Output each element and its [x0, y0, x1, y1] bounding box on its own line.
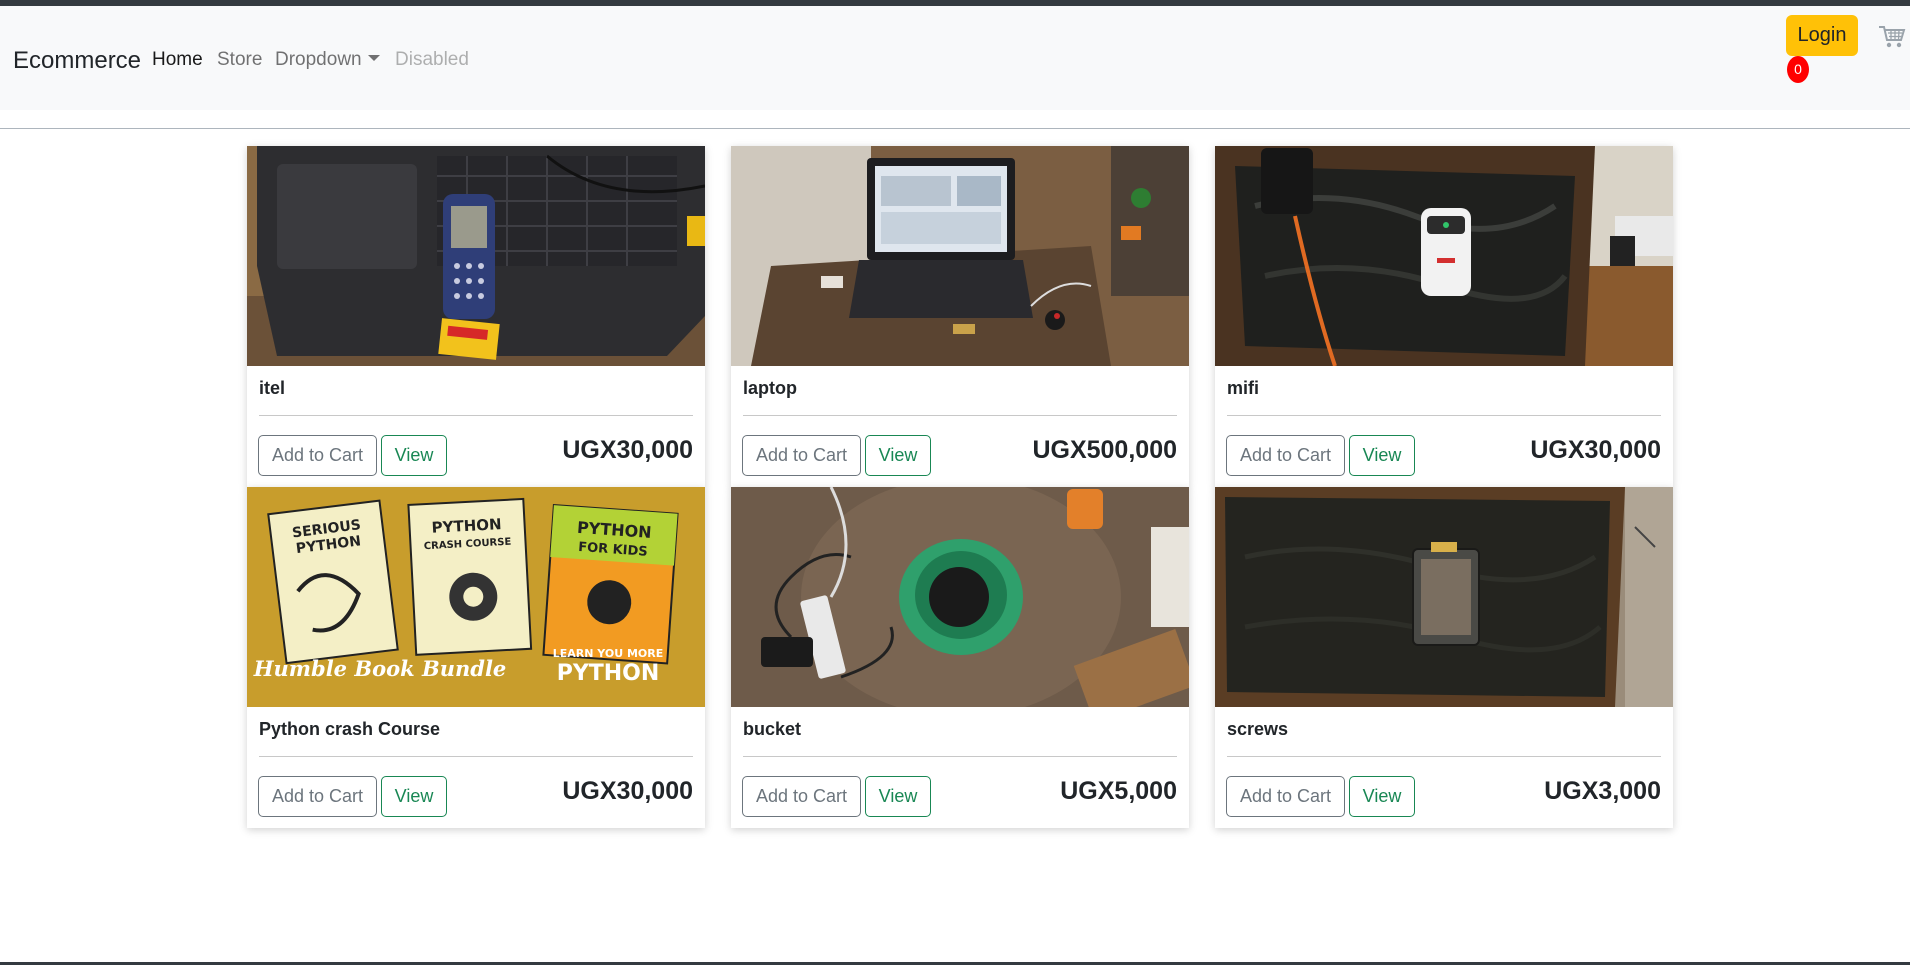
product-image-python-books[interactable]: SERIOUS PYTHON PYTHON CRASH COURSE PYTHO…: [247, 487, 705, 707]
product-card: screws Add to Cart View UGX3,000: [1215, 487, 1673, 828]
nav-disabled: Disabled: [395, 49, 469, 70]
navbar: Ecommerce Home Store Dropdown Disabled L…: [0, 6, 1910, 110]
nav-home[interactable]: Home: [152, 49, 203, 71]
product-title: bucket: [743, 719, 802, 739]
product-card: mifi Add to Cart View UGX30,000: [1215, 146, 1673, 487]
product-price: UGX5,000: [1060, 777, 1177, 805]
product-price: UGX30,000: [562, 777, 693, 805]
add-to-cart-button[interactable]: Add to Cart: [258, 435, 377, 476]
product-price: UGX30,000: [562, 436, 693, 464]
add-to-cart-button[interactable]: Add to Cart: [1226, 435, 1345, 476]
product-image-bucket[interactable]: [731, 487, 1189, 707]
product-title: mifi: [1227, 378, 1260, 398]
product-card: SERIOUS PYTHON PYTHON CRASH COURSE PYTHO…: [247, 487, 705, 828]
view-button[interactable]: View: [381, 776, 447, 817]
bundle-title: Humble Book Bundle: [253, 656, 507, 681]
add-to-cart-button[interactable]: Add to Cart: [258, 776, 377, 817]
bundle-tagline-small: LEARN YOU MORE: [553, 647, 664, 660]
add-to-cart-button[interactable]: Add to Cart: [742, 776, 861, 817]
product-title: laptop: [743, 378, 797, 398]
product-card: bucket Add to Cart View UGX5,000: [731, 487, 1189, 828]
bundle-tagline-big: PYTHON: [557, 661, 660, 686]
product-title: Python crash Course: [259, 719, 441, 739]
card-divider: [743, 415, 1177, 416]
card-divider: [259, 756, 693, 757]
card-divider: [1227, 756, 1661, 757]
product-card: itel Add to Cart View UGX30,000: [247, 146, 705, 487]
nav-store[interactable]: Store: [217, 49, 262, 71]
product-title: itel: [259, 378, 286, 398]
card-divider: [1227, 415, 1661, 416]
product-price: UGX30,000: [1530, 436, 1661, 464]
card-divider: [743, 756, 1177, 757]
view-button[interactable]: View: [865, 776, 931, 817]
caret-down-icon: [367, 55, 380, 61]
view-button[interactable]: View: [381, 435, 447, 476]
product-price: UGX500,000: [1032, 436, 1177, 464]
view-button[interactable]: View: [865, 435, 931, 476]
product-image-screws[interactable]: [1215, 487, 1673, 707]
product-image-mifi[interactable]: [1215, 146, 1673, 366]
product-price: UGX3,000: [1544, 777, 1661, 805]
login-button[interactable]: Login: [1786, 15, 1858, 56]
header-divider: [0, 128, 1910, 129]
product-image-itel[interactable]: [247, 146, 705, 366]
view-button[interactable]: View: [1349, 776, 1415, 817]
nav-dropdown-label: Dropdown: [275, 49, 362, 70]
product-title: screws: [1227, 719, 1289, 739]
shopping-cart-icon[interactable]: [1878, 24, 1906, 50]
nav-dropdown[interactable]: Dropdown: [275, 49, 380, 71]
product-card: laptop Add to Cart View UGX500,000: [731, 146, 1189, 487]
view-button[interactable]: View: [1349, 435, 1415, 476]
brand-link[interactable]: Ecommerce: [13, 47, 141, 75]
card-divider: [259, 415, 693, 416]
add-to-cart-button[interactable]: Add to Cart: [1226, 776, 1345, 817]
product-image-laptop[interactable]: [731, 146, 1189, 366]
add-to-cart-button[interactable]: Add to Cart: [742, 435, 861, 476]
book-2-title-1: PYTHON: [431, 515, 502, 537]
cart-count-badge: 0: [1787, 56, 1809, 83]
